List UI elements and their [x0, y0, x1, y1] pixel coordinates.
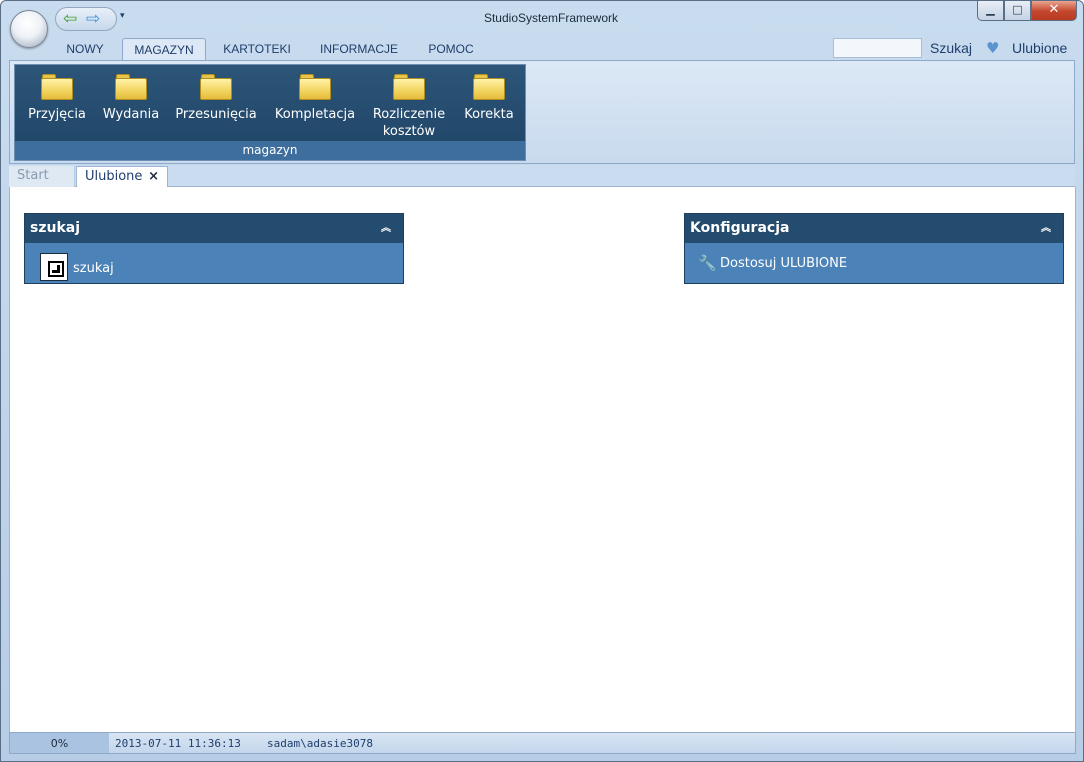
folder-icon — [473, 74, 505, 100]
panel-szukaj: szukaj ︽ szukaj — [24, 213, 404, 284]
tab-informacje[interactable]: INFORMACJE — [311, 38, 407, 60]
window-controls: ▁ □ ✕ — [977, 1, 1077, 22]
tab-magazyn[interactable]: MAGAZYN — [122, 38, 206, 61]
progress-label: 0% — [50, 737, 69, 750]
document-tabs: Start Ulubione × — [9, 165, 1075, 187]
status-datetime: 2013-07-11 11:36:13 — [115, 737, 241, 750]
przesuniecia-label: Przesunięcia — [175, 107, 257, 122]
folder-icon — [115, 74, 147, 100]
przesuniecia-button[interactable]: Przesunięcia — [169, 65, 263, 141]
search-box-icon[interactable] — [40, 253, 68, 281]
ribbon-group-caption: magazyn — [15, 141, 525, 160]
title-bar: ⇦ ⇨ ▾ StudioSystemFramework ▁ □ ✕ — [1, 1, 1083, 48]
app-window: ⇦ ⇨ ▾ StudioSystemFramework ▁ □ ✕ NOWY M… — [0, 0, 1084, 762]
panel-szukaj-body: szukaj — [25, 243, 403, 283]
tab-pomoc[interactable]: POMOC — [419, 38, 483, 60]
collapse-chevron-icon[interactable]: ︽ — [381, 214, 391, 243]
dostosuj-ulubione-link[interactable]: Dostosuj ULUBIONE — [720, 256, 847, 271]
application-menu-button[interactable] — [10, 10, 48, 48]
maximize-button[interactable]: □ — [1004, 1, 1031, 21]
korekta-label: Korekta — [464, 107, 514, 122]
ribbon-group-magazyn: Przyjęcia Wydania Przesunięcia Kompletac… — [14, 64, 526, 161]
status-bar: 0% 2013-07-11 11:36:13 sadam\adasie3078 — [9, 732, 1076, 754]
panel-szukaj-title: szukaj — [30, 220, 81, 236]
close-tab-icon[interactable]: × — [148, 167, 159, 187]
panel-konfiguracja: Konfiguracja ︽ 🔧 Dostosuj ULUBIONE — [684, 213, 1064, 284]
collapse-chevron-icon[interactable]: ︽ — [1041, 214, 1051, 243]
wrench-icon: 🔧 — [698, 254, 717, 272]
progress-bar: 0% — [10, 733, 109, 753]
rozliczenie-label-line2: kosztów — [382, 124, 436, 139]
wydania-label: Wydania — [102, 107, 160, 122]
korekta-button[interactable]: Korekta — [455, 65, 523, 141]
minimize-button[interactable]: ▁ — [977, 1, 1004, 21]
szukaj-link[interactable]: szukaj — [73, 261, 114, 276]
search-input[interactable] — [833, 38, 922, 58]
ribbon-tabs: NOWY MAGAZYN KARTOTEKI INFORMACJE POMOC … — [9, 38, 1075, 61]
heart-icon[interactable]: ♥ — [986, 39, 999, 57]
folder-icon — [41, 74, 73, 100]
ribbon-panel: Przyjęcia Wydania Przesunięcia Kompletac… — [9, 60, 1075, 164]
folder-icon — [200, 74, 232, 100]
wydania-button[interactable]: Wydania — [97, 65, 165, 141]
search-button[interactable]: Szukaj — [930, 40, 972, 56]
main-content: szukaj ︽ szukaj Konfiguracja ︽ 🔧 Dostosu… — [9, 187, 1076, 732]
kompletacja-button[interactable]: Kompletacja — [267, 65, 363, 141]
przyjecia-label: Przyjęcia — [28, 107, 86, 122]
kompletacja-label: Kompletacja — [274, 107, 356, 122]
rozliczenie-label-line1: Rozliczenie — [372, 107, 446, 122]
folder-icon — [393, 74, 425, 100]
rozliczenie-kosztow-button[interactable]: Rozliczenie kosztów — [367, 65, 451, 141]
favorites-button[interactable]: Ulubione — [1012, 40, 1067, 56]
tab-nowy[interactable]: NOWY — [54, 38, 116, 60]
panel-konfiguracja-body: 🔧 Dostosuj ULUBIONE — [685, 243, 1063, 283]
tab-kartoteki[interactable]: KARTOTEKI — [217, 38, 297, 60]
panel-szukaj-header[interactable]: szukaj ︽ — [25, 214, 403, 243]
tab-ulubione-label: Ulubione — [85, 169, 143, 184]
window-title: StudioSystemFramework — [483, 11, 619, 25]
close-button[interactable]: ✕ — [1031, 1, 1077, 21]
tab-start[interactable]: Start — [9, 166, 75, 187]
panel-konfiguracja-header[interactable]: Konfiguracja ︽ — [685, 214, 1063, 243]
przyjecia-button[interactable]: Przyjęcia — [19, 65, 95, 141]
folder-icon — [299, 74, 331, 100]
panel-konfiguracja-title: Konfiguracja — [690, 220, 790, 236]
status-user: sadam\adasie3078 — [267, 737, 373, 750]
tab-ulubione[interactable]: Ulubione × — [76, 166, 168, 187]
